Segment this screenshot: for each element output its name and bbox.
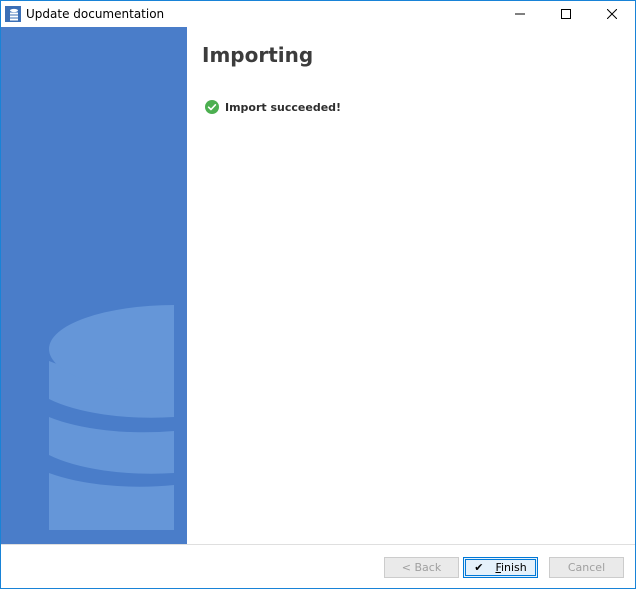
back-button-label: < Back (401, 561, 442, 574)
minimize-button[interactable] (497, 1, 543, 27)
dialog-window: Update documentation Importing Import su… (0, 0, 636, 589)
finish-focus-ring (465, 559, 536, 576)
status-text: Import succeeded! (225, 100, 342, 114)
check-circle-icon (205, 100, 219, 114)
close-button[interactable] (589, 1, 635, 27)
close-icon (607, 9, 617, 19)
wizard-sidebar (1, 27, 187, 544)
maximize-button[interactable] (543, 1, 589, 27)
status-message: Import succeeded! (205, 100, 341, 114)
maximize-icon (561, 9, 571, 19)
wizard-content: Importing Import succeeded! (187, 27, 635, 544)
back-button[interactable]: < Back (384, 557, 459, 578)
app-icon (5, 6, 21, 22)
database-icon (48, 305, 174, 530)
page-title: Importing (202, 43, 314, 67)
finish-button[interactable]: ✔ Finish (463, 557, 538, 578)
cancel-button[interactable]: Cancel (549, 557, 624, 578)
window-title: Update documentation (26, 7, 165, 21)
minimize-icon (515, 13, 525, 15)
cancel-button-label: Cancel (567, 561, 606, 574)
button-bar: < Back ✔ Finish Cancel (1, 544, 635, 588)
title-bar[interactable]: Update documentation (1, 1, 635, 27)
